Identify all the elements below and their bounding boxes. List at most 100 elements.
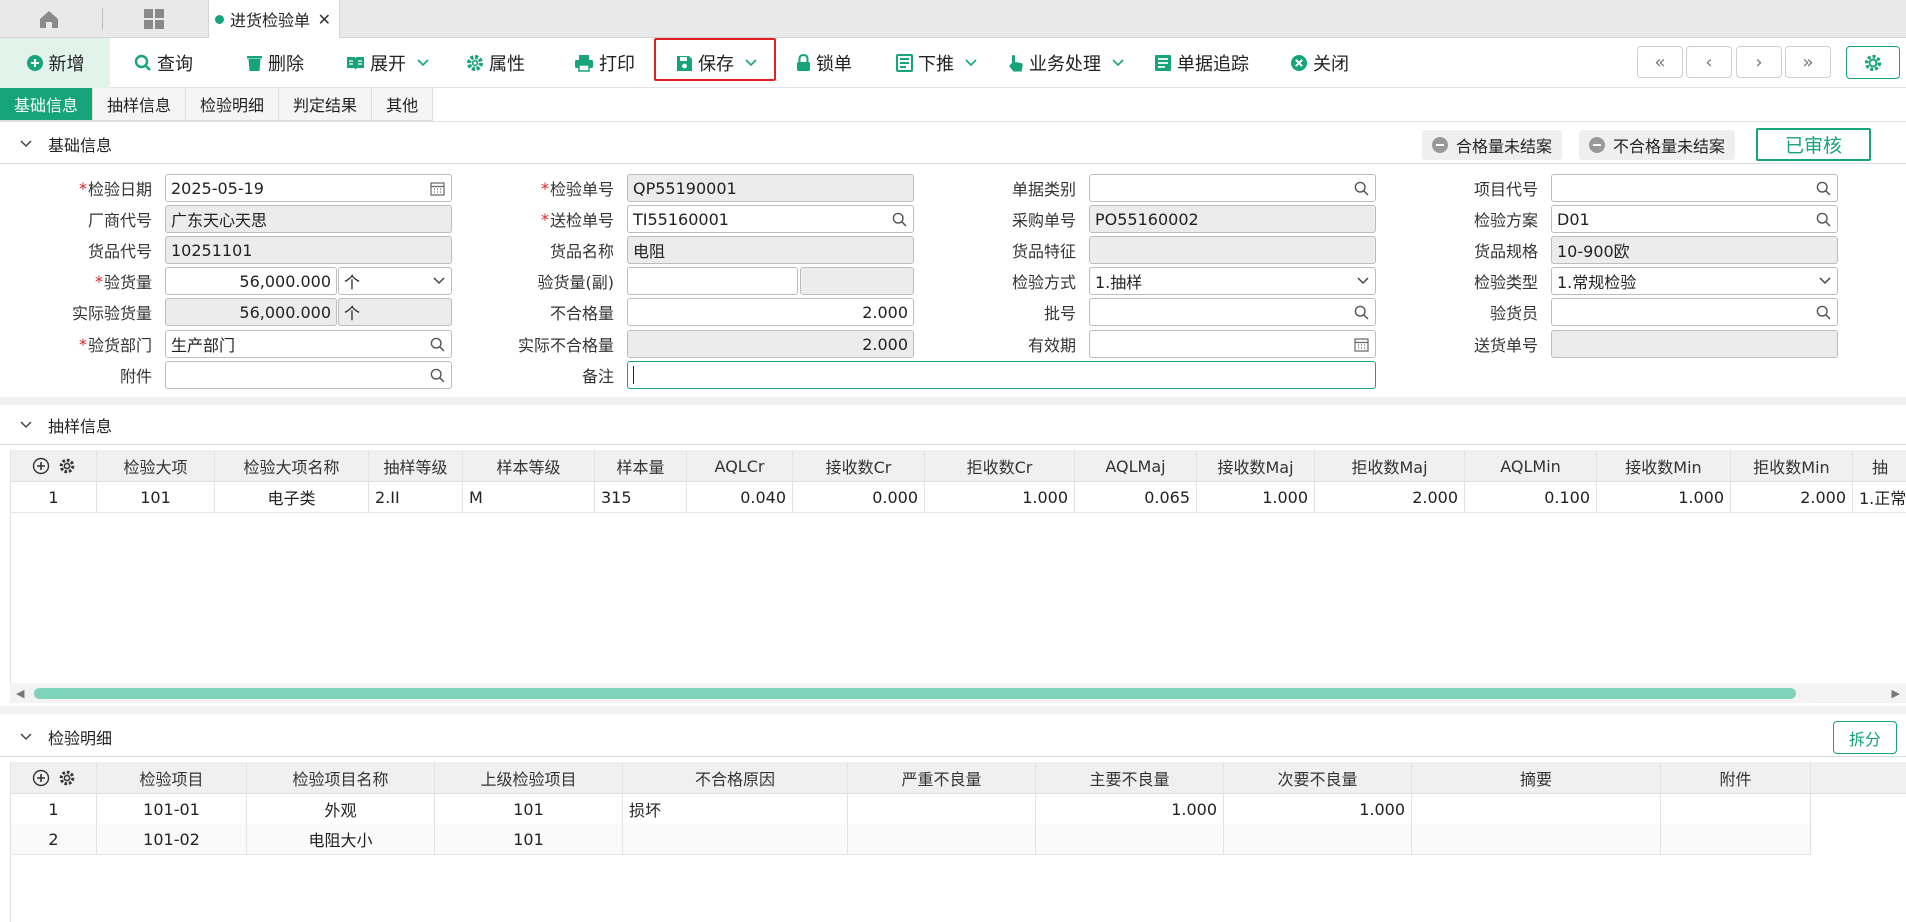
section-header-details[interactable]: 检验明细 — [0, 717, 1906, 757]
next-record-button[interactable]: › — [1736, 46, 1782, 78]
cell[interactable]: 1.000 — [925, 482, 1075, 512]
col-header[interactable]: 拒收数Min — [1731, 450, 1853, 482]
first-record-button[interactable]: « — [1637, 46, 1683, 78]
doc-type-field[interactable] — [1089, 174, 1376, 202]
cell[interactable] — [1036, 824, 1224, 854]
attachment-field[interactable] — [165, 361, 452, 389]
col-header[interactable]: 严重不良量 — [848, 762, 1036, 794]
add-row-icon[interactable] — [32, 769, 50, 787]
calendar-icon[interactable] — [1354, 337, 1369, 352]
gear-icon[interactable] — [58, 769, 76, 787]
inspect-qty-field[interactable]: 56,000.000 — [165, 267, 337, 295]
col-header[interactable]: 样本等级 — [463, 450, 595, 482]
col-header[interactable]: 抽样等级 — [369, 450, 463, 482]
business-button[interactable]: 业务处理 — [1008, 38, 1124, 88]
tab-other[interactable]: 其他 — [372, 88, 434, 121]
col-header[interactable]: 样本量 — [595, 450, 687, 482]
prev-record-button[interactable]: ‹ — [1686, 46, 1732, 78]
properties-button[interactable]: 属性 — [466, 38, 525, 88]
close-tab-icon[interactable]: ✕ — [318, 10, 331, 29]
search-icon[interactable] — [1354, 305, 1369, 320]
cell[interactable]: 0.100 — [1465, 482, 1597, 512]
cell[interactable]: 0.065 — [1075, 482, 1197, 512]
close-button[interactable]: 关闭 — [1290, 38, 1349, 88]
cell[interactable]: 1.000 — [1197, 482, 1315, 512]
cell[interactable]: 101-01 — [97, 794, 247, 824]
col-header[interactable]: 检验大项 — [97, 450, 215, 482]
cell[interactable]: 0.000 — [793, 482, 925, 512]
cell[interactable] — [848, 824, 1036, 854]
inspect-method-select[interactable]: 1.抽样 — [1089, 267, 1376, 295]
col-header[interactable]: 检验大项名称 — [215, 450, 369, 482]
cell[interactable]: 电子类 — [215, 482, 369, 512]
col-header[interactable]: 不合格原因 — [623, 762, 848, 794]
tab-sampling-info[interactable]: 抽样信息 — [93, 88, 187, 121]
gear-icon[interactable] — [58, 457, 76, 475]
cell[interactable]: 0.040 — [687, 482, 793, 512]
cell[interactable]: 101 — [435, 824, 623, 854]
remark-input[interactable] — [627, 361, 1376, 389]
col-header[interactable]: AQLMin — [1465, 450, 1597, 482]
search-icon[interactable] — [1354, 181, 1369, 196]
section-header-sampling[interactable]: 抽样信息 — [0, 405, 1906, 445]
col-header[interactable]: 接收数Min — [1597, 450, 1731, 482]
tab-inspection-details[interactable]: 检验明细 — [186, 88, 280, 121]
split-button[interactable]: 拆分 — [1833, 721, 1897, 754]
search-icon[interactable] — [892, 212, 907, 227]
new-button[interactable]: 新增 — [0, 38, 110, 88]
search-icon[interactable] — [1816, 305, 1831, 320]
col-header[interactable]: AQLCr — [687, 450, 793, 482]
batch-no-field[interactable] — [1089, 298, 1376, 326]
search-icon[interactable] — [430, 337, 445, 352]
cell[interactable]: 1.000 — [1036, 794, 1224, 824]
scroll-right-icon[interactable]: ▶ — [1892, 687, 1900, 700]
col-header[interactable]: 检验项目 — [97, 762, 247, 794]
col-header[interactable]: 摘要 — [1412, 762, 1661, 794]
cell[interactable] — [848, 794, 1036, 824]
col-header[interactable]: 附件 — [1661, 762, 1811, 794]
scrollbar-thumb[interactable] — [34, 688, 1796, 699]
project-code-field[interactable] — [1551, 174, 1838, 202]
cell[interactable]: 外观 — [247, 794, 435, 824]
search-icon[interactable] — [1816, 212, 1831, 227]
cell[interactable] — [623, 824, 848, 854]
tab-basic-info[interactable]: 基础信息 — [0, 88, 94, 121]
cell[interactable]: 1.000 — [1597, 482, 1731, 512]
cell[interactable]: 315 — [595, 482, 687, 512]
cell[interactable]: 损坏 — [623, 794, 848, 824]
cell[interactable]: M — [463, 482, 595, 512]
inspector-field[interactable] — [1551, 298, 1838, 326]
unqualified-qty-field[interactable]: 2.000 — [627, 298, 914, 326]
cell[interactable]: 101 — [435, 794, 623, 824]
col-header[interactable]: 检验项目名称 — [247, 762, 435, 794]
cell[interactable] — [1224, 824, 1412, 854]
lock-button[interactable]: 锁单 — [796, 38, 852, 88]
cell[interactable]: 1.000 — [1224, 794, 1412, 824]
apps-grid-icon[interactable] — [143, 8, 165, 30]
delivery-inspect-no-field[interactable]: TI55160001 — [627, 205, 914, 233]
inspect-type-select[interactable]: 1.常规检验 — [1551, 267, 1838, 295]
col-header[interactable]: 次要不良量 — [1224, 762, 1412, 794]
search-icon[interactable] — [1816, 181, 1831, 196]
settings-button[interactable] — [1846, 46, 1900, 79]
cell[interactable]: 电阻大小 — [247, 824, 435, 854]
col-header[interactable]: 拒收数Cr — [925, 450, 1075, 482]
cell[interactable]: 101-02 — [97, 824, 247, 854]
col-header[interactable]: 主要不良量 — [1036, 762, 1224, 794]
tab-judgement-result[interactable]: 判定结果 — [279, 88, 373, 121]
home-icon[interactable] — [38, 8, 60, 30]
cell[interactable] — [1412, 824, 1661, 854]
expand-button[interactable]: 展开 — [346, 38, 429, 88]
dept-field[interactable]: 生产部门 — [165, 330, 452, 358]
expiry-date-field[interactable] — [1089, 330, 1376, 358]
cell[interactable]: 101 — [97, 482, 215, 512]
col-header[interactable]: 接收数Cr — [793, 450, 925, 482]
cell[interactable] — [1412, 794, 1661, 824]
add-row-icon[interactable] — [32, 457, 50, 475]
calendar-icon[interactable] — [430, 181, 445, 196]
col-header[interactable]: AQLMaj — [1075, 450, 1197, 482]
cell[interactable]: 2.000 — [1315, 482, 1465, 512]
horizontal-scrollbar[interactable]: ◀ ▶ — [10, 683, 1906, 703]
inspect-plan-field[interactable]: D01 — [1551, 205, 1838, 233]
inspect-date-field[interactable]: 2025-05-19 — [165, 174, 452, 202]
